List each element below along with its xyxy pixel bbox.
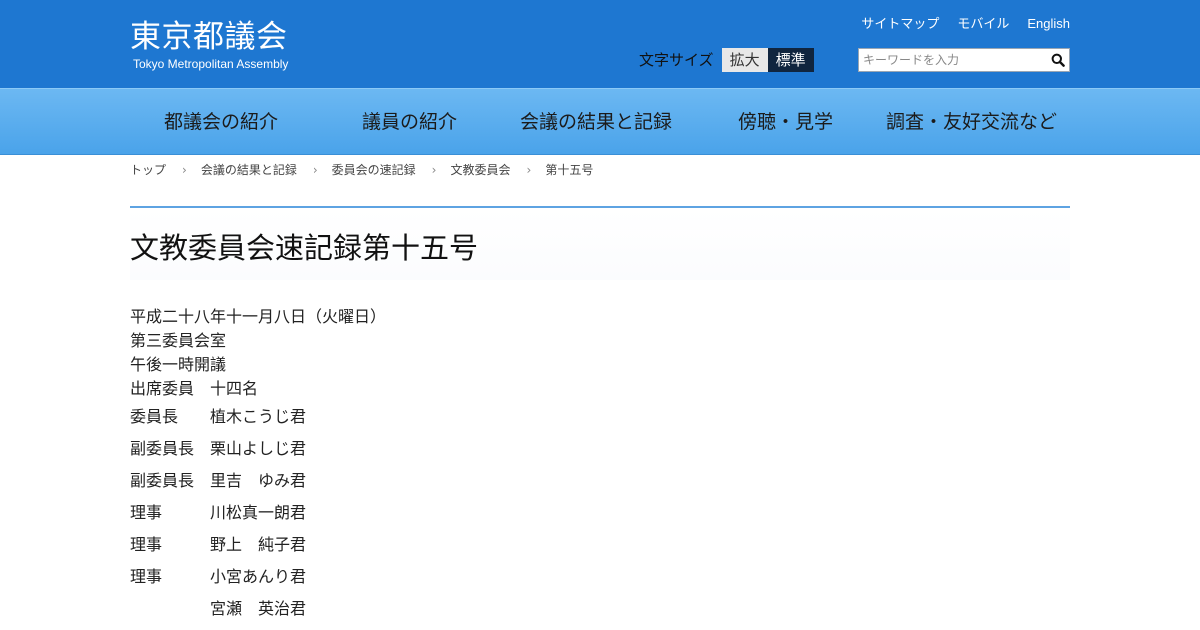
member-row: 宮瀬 英治君 xyxy=(130,593,386,625)
breadcrumb-chevron-icon: › xyxy=(431,162,437,177)
member-name: 里吉 ゆみ君 xyxy=(210,471,307,490)
breadcrumb-meeting-records[interactable]: 会議の結果と記録 xyxy=(201,161,297,178)
member-row: 理事 川松真一朗君 xyxy=(130,497,386,529)
font-size-normal-button[interactable]: 標準 xyxy=(767,48,814,72)
breadcrumb-top[interactable]: トップ xyxy=(130,161,166,178)
member-row: 副委員長 里吉 ゆみ君 xyxy=(130,465,386,497)
breadcrumb-current: 第十五号 xyxy=(545,163,594,177)
font-size-label: 文字サイズ xyxy=(639,51,714,69)
breadcrumb-chevron-icon: › xyxy=(182,162,187,177)
mobile-link[interactable]: モバイル xyxy=(957,15,1009,33)
attendance-count: 十四名 xyxy=(210,379,259,398)
logo-title: 東京都議会 xyxy=(130,19,288,55)
nav-item-about-assembly[interactable]: 都議会の紹介 xyxy=(164,89,278,155)
member-name: 野上 純子君 xyxy=(210,535,307,554)
utility-links: サイトマップ モバイル English xyxy=(861,15,1070,33)
breadcrumb-committee-records[interactable]: 委員会の速記録 xyxy=(332,161,416,178)
breadcrumb-chevron-icon: › xyxy=(526,162,532,177)
member-name: 植木こうじ君 xyxy=(210,407,307,426)
search-icon xyxy=(1051,53,1065,67)
nav-item-observation[interactable]: 傍聴・見学 xyxy=(738,89,833,155)
meeting-opening: 午後一時開議 xyxy=(130,355,227,374)
member-role: 理事 xyxy=(130,567,163,586)
font-size-large-button[interactable]: 拡大 xyxy=(721,48,768,72)
search-button[interactable] xyxy=(1047,49,1069,71)
member-row: 委員長 植木こうじ君 xyxy=(130,401,386,433)
member-row: 理事 小宮あんり君 xyxy=(130,561,386,593)
meeting-room: 第三委員会室 xyxy=(130,331,227,350)
member-name: 小宮あんり君 xyxy=(210,567,307,586)
global-nav: 都議会の紹介 議員の紹介 会議の結果と記録 傍聴・見学 調査・友好交流など xyxy=(0,88,1200,155)
search-box xyxy=(858,48,1070,72)
member-name: 川松真一朗君 xyxy=(210,503,307,522)
record-content: 平成二十八年十一月八日（火曜日） 第三委員会室 午後一時開議 出席委員 十四名 … xyxy=(130,305,386,625)
sitemap-link[interactable]: サイトマップ xyxy=(861,15,939,33)
page-title: 文教委員会速記録第十五号 xyxy=(130,231,479,265)
nav-item-research-exchange[interactable]: 調査・友好交流など xyxy=(886,89,1057,155)
title-box: 文教委員会速記録第十五号 xyxy=(130,206,1070,280)
member-name: 宮瀬 英治君 xyxy=(210,599,307,618)
member-role: 理事 xyxy=(130,503,163,522)
meeting-date: 平成二十八年十一月八日（火曜日） xyxy=(130,307,387,326)
breadcrumb: トップ › 会議の結果と記録 › 委員会の速記録 › 文教委員会 › 第十五号 xyxy=(130,161,593,178)
member-row: 理事 野上 純子君 xyxy=(130,529,386,561)
site-logo[interactable]: 東京都議会 Tokyo Metropolitan Assembly xyxy=(130,19,288,71)
member-role: 委員長 xyxy=(130,407,179,426)
breadcrumb-education-committee[interactable]: 文教委員会 xyxy=(450,161,510,178)
member-role: 理事 xyxy=(130,535,163,554)
nav-item-members[interactable]: 議員の紹介 xyxy=(362,89,457,155)
attendance-label: 出席委員 xyxy=(130,379,195,398)
member-role: 副委員長 xyxy=(130,439,195,458)
site-header: 東京都議会 Tokyo Metropolitan Assembly サイトマップ… xyxy=(0,0,1200,88)
attendance-row: 出席委員 十四名 xyxy=(130,377,386,401)
english-link[interactable]: English xyxy=(1027,15,1070,33)
member-role xyxy=(130,593,210,625)
font-size-control: 文字サイズ 拡大 標準 xyxy=(639,48,814,72)
member-name: 栗山よしじ君 xyxy=(210,439,307,458)
member-row: 副委員長 栗山よしじ君 xyxy=(130,433,386,465)
search-input[interactable] xyxy=(859,49,1047,71)
nav-item-meeting-records[interactable]: 会議の結果と記録 xyxy=(520,89,672,155)
breadcrumb-chevron-icon: › xyxy=(312,162,318,177)
member-role: 副委員長 xyxy=(130,471,195,490)
logo-subtitle: Tokyo Metropolitan Assembly xyxy=(133,57,289,71)
